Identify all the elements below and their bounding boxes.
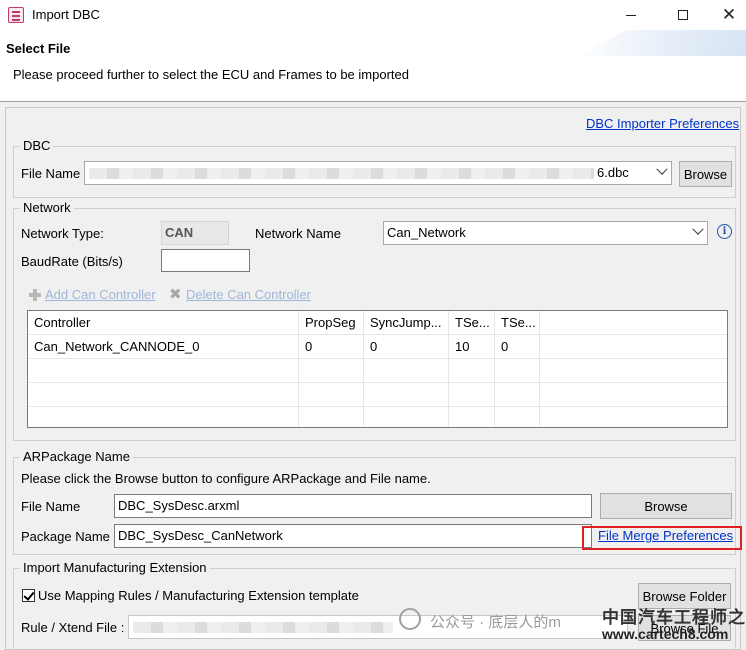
minimize-icon [626, 14, 636, 16]
package-name-label: Package Name [21, 529, 110, 544]
cell-controller: Can_Network_CANNODE_0 [28, 335, 299, 359]
manufacturing-legend: Import Manufacturing Extension [20, 560, 210, 575]
rule-xtend-file-label: Rule / Xtend File : [21, 620, 125, 635]
delete-can-controller-action[interactable]: ✖ Delete Can Controller [169, 287, 311, 302]
baudrate-label: BaudRate (Bits/s) [21, 254, 123, 269]
network-name-value: Can_Network [387, 225, 466, 240]
column-header-controller[interactable]: Controller [28, 311, 299, 335]
dbc-file-combo[interactable]: 6.dbc [84, 161, 672, 185]
cell-propseg: 0 [299, 335, 364, 359]
table-empty-row [28, 383, 727, 407]
watermark-text: 公众号 · 底层人的m [430, 614, 561, 631]
chevron-down-icon [692, 223, 704, 235]
dbc-file-name-label: File Name [21, 166, 81, 181]
wizard-content: DBC Importer Preferences DBC File Name 6… [5, 107, 746, 650]
close-icon: ✕ [721, 5, 737, 24]
column-header-tseg2[interactable]: TSe... [495, 311, 540, 335]
dbc-legend: DBC [20, 138, 54, 153]
title-bar: Import DBC ✕ [0, 0, 746, 30]
package-name-input[interactable]: DBC_SysDesc_CanNetwork [114, 524, 592, 548]
mapping-rules-label: Use Mapping Rules / Manufacturing Extens… [38, 588, 359, 603]
window-title: Import DBC [32, 7, 100, 22]
network-type-label: Network Type: [21, 226, 104, 241]
maximize-icon [678, 10, 688, 20]
redacted-path [89, 168, 594, 179]
page-title: Select File [6, 41, 71, 56]
redacted-path [133, 622, 393, 633]
arpackage-browse-button[interactable]: Browse [600, 493, 732, 519]
cell-syncjump: 0 [364, 335, 449, 359]
cell-tseg1: 10 [449, 335, 495, 359]
network-legend: Network [20, 200, 74, 215]
dbc-browse-button[interactable]: Browse [679, 161, 732, 187]
maximize-button[interactable] [660, 0, 706, 30]
plus-icon [29, 288, 41, 301]
arpackage-file-name-input[interactable]: DBC_SysDesc.arxml [114, 494, 592, 518]
table-empty-row [28, 359, 727, 383]
add-can-controller-link[interactable]: Add Can Controller [45, 287, 156, 302]
network-name-combo[interactable]: Can_Network [383, 221, 708, 245]
column-header-syncjump[interactable]: SyncJump... [364, 311, 449, 335]
arpackage-instruction: Please click the Browse button to config… [21, 471, 431, 486]
page-description: Please proceed further to select the ECU… [13, 67, 409, 82]
dbc-group: DBC File Name 6.dbc Browse [13, 138, 736, 198]
watermark-logo: 中国汽车工程师之家 [602, 608, 746, 628]
table-row[interactable]: Can_Network_CANNODE_0 0 0 10 0 [28, 335, 727, 359]
info-icon[interactable]: i [717, 224, 732, 239]
minimize-button[interactable] [608, 0, 654, 30]
wizard-header: Select File Please proceed further to se… [0, 30, 746, 102]
network-type-value: CAN [161, 221, 229, 245]
watermark-url: www.cartech8.com [602, 626, 729, 642]
controller-table[interactable]: Controller PropSeg SyncJump... TSe... TS… [27, 310, 728, 428]
network-name-label: Network Name [255, 226, 341, 241]
close-button[interactable]: ✕ [706, 0, 746, 30]
header-banner [576, 30, 746, 56]
table-header-row: Controller PropSeg SyncJump... TSe... TS… [28, 311, 727, 335]
add-can-controller-action[interactable]: Add Can Controller [29, 287, 156, 302]
dbc-file-suffix: 6.dbc [597, 165, 629, 180]
delete-icon: ✖ [169, 286, 182, 303]
arpackage-file-name-label: File Name [21, 499, 81, 514]
chevron-down-icon [656, 163, 668, 175]
column-header-tseg1[interactable]: TSe... [449, 311, 495, 335]
dbc-importer-preferences-link[interactable]: DBC Importer Preferences [586, 116, 739, 131]
baudrate-input[interactable] [161, 249, 250, 272]
network-group: Network Network Type: CAN Network Name C… [13, 200, 736, 441]
table-empty-row [28, 407, 727, 427]
cell-tseg2: 0 [495, 335, 540, 359]
mapping-rules-checkbox[interactable] [22, 589, 35, 602]
arpackage-legend: ARPackage Name [20, 449, 133, 464]
column-header-propseg[interactable]: PropSeg [299, 311, 364, 335]
watermark-icon [399, 608, 421, 630]
highlight-box [582, 526, 742, 550]
app-icon [8, 7, 24, 23]
delete-can-controller-link[interactable]: Delete Can Controller [186, 287, 311, 302]
